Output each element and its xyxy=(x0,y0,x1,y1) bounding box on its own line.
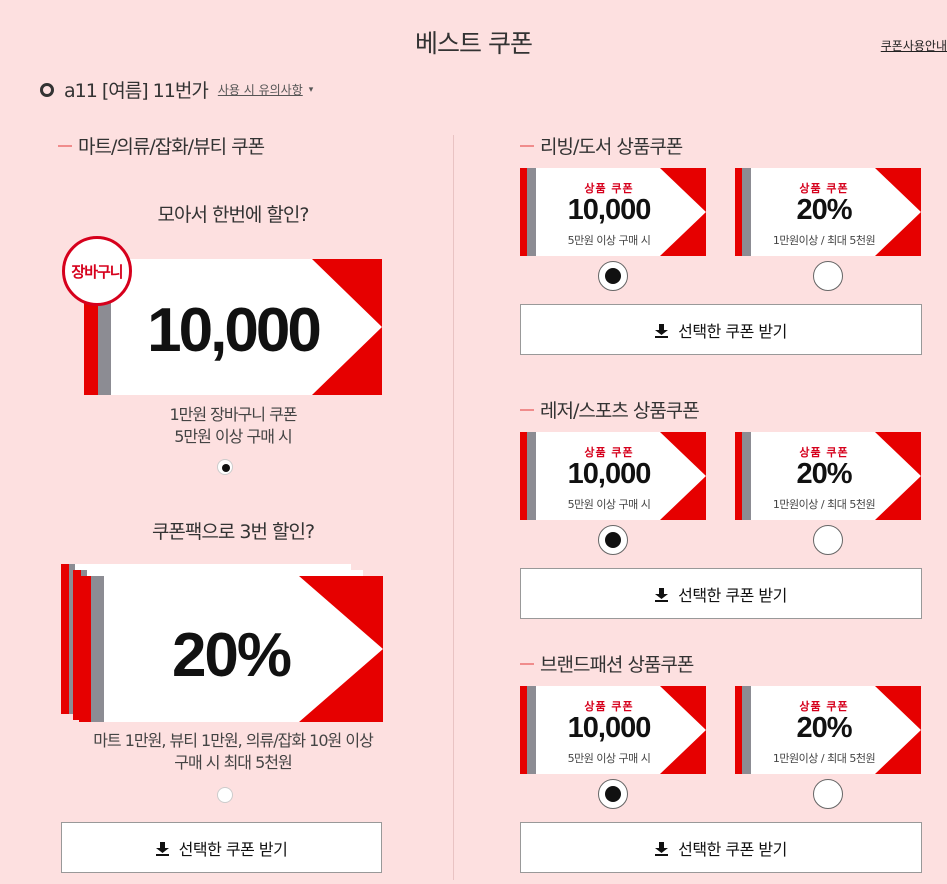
pack-coupon-amount: 20% xyxy=(171,621,292,690)
coupon-radio[interactable] xyxy=(813,779,843,809)
section-title-text: 레저/스포츠 상품쿠폰 xyxy=(540,400,700,422)
section-title-mart: 마트/의류/잡화/뷰티 쿠폰 xyxy=(58,132,265,159)
coupon-stripe-gray xyxy=(527,168,536,256)
column-divider xyxy=(453,135,454,880)
pack-desc-line2: 구매 시 최대 5천원 xyxy=(174,753,292,772)
basket-badge: 장바구니 xyxy=(62,236,132,306)
section-dash xyxy=(520,408,534,411)
coupon-guide-link[interactable]: 쿠폰사용안내 xyxy=(881,37,947,54)
product-coupon-card[interactable]: 상품 쿠폰 10,000 5만원 이상 구매 시 xyxy=(520,168,706,256)
download-icon xyxy=(155,841,169,856)
coupon-stripe-red xyxy=(520,686,527,774)
section-dash xyxy=(58,144,72,147)
coupon-condition: 5만원 이상 구매 시 xyxy=(567,752,651,765)
coupon-stripe-red xyxy=(735,432,742,520)
basket-coupon-desc: 1만원 장바구니 쿠폰 5만원 이상 구매 시 xyxy=(60,404,406,448)
download-icon xyxy=(655,587,669,602)
section-title-1: 레저/스포츠 상품쿠폰 xyxy=(520,396,700,423)
product-coupon-card[interactable]: 상품 쿠폰 10,000 5만원 이상 구매 시 xyxy=(520,686,706,774)
pack-front-coupon: 20% xyxy=(79,576,383,722)
coupon-amount: 20% xyxy=(796,712,852,744)
coupon-amount: 20% xyxy=(796,458,852,490)
product-coupon-card[interactable]: 상품 쿠폰 20% 1만원이상 / 최대 5천원 xyxy=(735,686,921,774)
section-title-2: 브랜드패션 상품쿠폰 xyxy=(520,650,694,677)
download-button-label: 선택한 쿠폰 받기 xyxy=(678,585,787,605)
section-title-0: 리빙/도서 상품쿠폰 xyxy=(520,132,683,159)
coupon-radio[interactable] xyxy=(598,525,628,555)
usage-notes-link[interactable]: 사용 시 유의사항 xyxy=(218,81,303,98)
coupon-amount: 10,000 xyxy=(567,458,652,490)
coupon-stripe-gray xyxy=(527,432,536,520)
chevron-down-icon[interactable]: ▾ xyxy=(309,85,314,95)
coupon-condition: 1만원이상 / 최대 5천원 xyxy=(772,752,876,765)
coupon-pack[interactable]: 20% xyxy=(61,564,383,722)
basket-desc-line2: 5만원 이상 구매 시 xyxy=(174,427,292,446)
download-button-label: 선택한 쿠폰 받기 xyxy=(678,321,787,341)
download-button[interactable]: 선택한 쿠폰 받기 xyxy=(520,822,922,873)
basket-badge-label: 장바구니 xyxy=(71,262,123,281)
section-dash xyxy=(520,662,534,665)
coupon-condition: 5만원 이상 구매 시 xyxy=(567,498,651,511)
user-name: a11 [여름] 11번가 xyxy=(64,80,209,102)
coupon-amount: 20% xyxy=(796,194,852,226)
coupon-stripe-gray xyxy=(527,686,536,774)
coupon-condition: 5만원 이상 구매 시 xyxy=(567,234,651,247)
download-icon xyxy=(655,323,669,338)
coupon-stripe-red xyxy=(735,168,742,256)
coupon-radio[interactable] xyxy=(813,261,843,291)
product-coupon-card[interactable]: 상품 쿠폰 20% 1만원이상 / 최대 5천원 xyxy=(735,432,921,520)
page-title: 베스트 쿠폰 xyxy=(415,29,533,58)
download-button[interactable]: 선택한 쿠폰 받기 xyxy=(520,304,922,355)
pack-coupon-desc: 마트 1만원, 뷰티 1만원, 의류/잡화 10원 이상 구매 시 최대 5천원 xyxy=(40,730,426,774)
section-dash xyxy=(520,144,534,147)
pack-desc-line1: 마트 1만원, 뷰티 1만원, 의류/잡화 10원 이상 xyxy=(93,731,374,750)
basket-desc-line1: 1만원 장바구니 쿠폰 xyxy=(169,405,297,424)
download-button-label: 선택한 쿠폰 받기 xyxy=(678,839,787,859)
left-download-button[interactable]: 선택한 쿠폰 받기 xyxy=(61,822,382,873)
download-button[interactable]: 선택한 쿠폰 받기 xyxy=(520,568,922,619)
coupon-condition: 1만원이상 / 최대 5천원 xyxy=(772,234,876,247)
basket-question: 모아서 한번에 할인? xyxy=(157,204,309,226)
download-icon xyxy=(655,841,669,856)
coupon-stripe-gray xyxy=(742,432,751,520)
product-coupon-card[interactable]: 상품 쿠폰 20% 1만원이상 / 최대 5천원 xyxy=(735,168,921,256)
pack-question: 쿠폰팩으로 3번 할인? xyxy=(151,521,315,543)
coupon-stripe-red xyxy=(735,686,742,774)
section-title-text: 마트/의류/잡화/뷰티 쿠폰 xyxy=(78,136,265,158)
coupon-amount: 10,000 xyxy=(567,712,652,744)
coupon-condition: 1만원이상 / 최대 5천원 xyxy=(772,498,876,511)
coupon-stripe-gray xyxy=(742,168,751,256)
coupon-radio[interactable] xyxy=(598,779,628,809)
pack-coupon-radio[interactable] xyxy=(217,787,233,803)
basket-coupon-amount: 10,000 xyxy=(147,296,322,365)
section-title-text: 리빙/도서 상품쿠폰 xyxy=(540,136,683,158)
coupon-radio[interactable] xyxy=(813,525,843,555)
user-row: a11 [여름] 11번가 사용 시 유의사항 ▾ xyxy=(40,76,313,103)
section-title-text: 브랜드패션 상품쿠폰 xyxy=(540,654,694,676)
basket-coupon-radio[interactable] xyxy=(217,459,233,475)
coupon-stripe-red xyxy=(520,168,527,256)
coupon-stripe-red xyxy=(520,432,527,520)
product-coupon-card[interactable]: 상품 쿠폰 10,000 5만원 이상 구매 시 xyxy=(520,432,706,520)
stack-back-red xyxy=(61,564,69,714)
user-radio-icon xyxy=(40,82,54,97)
coupon-radio[interactable] xyxy=(598,261,628,291)
download-button-label: 선택한 쿠폰 받기 xyxy=(178,839,288,859)
coupon-stripe-gray xyxy=(742,686,751,774)
coupon-amount: 10,000 xyxy=(567,194,652,226)
